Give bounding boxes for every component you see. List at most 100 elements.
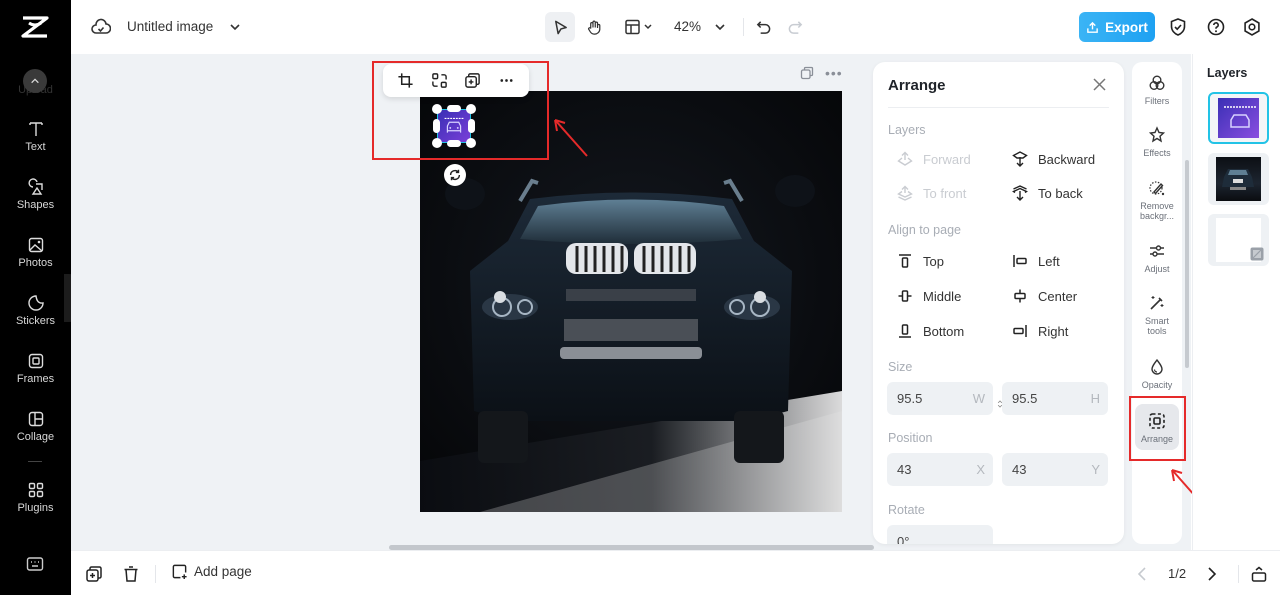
settings-button[interactable]: [1242, 17, 1262, 37]
tool-opacity[interactable]: Opacity: [1132, 358, 1182, 390]
layout-icon: [625, 19, 652, 35]
help-icon: [1207, 18, 1225, 36]
sidebar-item-label: Shapes: [16, 199, 55, 211]
capcut-logo[interactable]: [21, 16, 49, 38]
help-button[interactable]: [1206, 17, 1226, 37]
sidebar-item-frames[interactable]: Frames: [0, 352, 71, 385]
tool-smart-tools[interactable]: Smart tools: [1132, 294, 1182, 336]
document-title[interactable]: Untitled image: [127, 19, 213, 34]
export-button[interactable]: Export: [1079, 12, 1155, 42]
chevron-left-icon: [1137, 567, 1146, 581]
sidebar-item-shapes[interactable]: Shapes: [0, 178, 71, 211]
x-field[interactable]: 43 X: [887, 453, 993, 486]
layer-background[interactable]: [1208, 214, 1269, 266]
annotation-box: [372, 61, 549, 160]
frames-icon: [28, 353, 43, 369]
layout-menu-button[interactable]: [619, 12, 659, 42]
close-icon: [1093, 78, 1106, 91]
to-front-button[interactable]: To front: [897, 185, 966, 201]
duplicate-page-icon[interactable]: [800, 66, 814, 80]
y-value: 43: [1012, 462, 1027, 477]
add-page-icon: [172, 564, 187, 580]
keyboard-shortcuts-button[interactable]: [26, 556, 44, 572]
remove-background-icon: [1149, 181, 1165, 196]
zoom-dropdown[interactable]: [711, 12, 729, 42]
photos-icon: [28, 237, 43, 253]
height-field[interactable]: 95.5 H: [1002, 382, 1108, 415]
add-page-button[interactable]: Add page: [171, 563, 252, 580]
shapes-icon: [27, 178, 43, 195]
width-unit: W: [972, 391, 985, 406]
tool-filters[interactable]: Filters: [1132, 74, 1182, 106]
bottom-bar: Add page 1/2: [71, 550, 1280, 595]
layer-logo[interactable]: [1208, 92, 1269, 144]
width-field[interactable]: 95.5 W: [887, 382, 993, 415]
sidebar-item-stickers[interactable]: Stickers: [0, 294, 71, 327]
select-tool-button[interactable]: [545, 12, 575, 42]
align-bottom-icon: [899, 324, 911, 338]
duplicate-icon: [86, 566, 102, 582]
layers-section-label: Layers: [888, 123, 926, 137]
undo-button[interactable]: [751, 12, 775, 42]
rotate-section-label: Rotate: [888, 503, 925, 517]
layer-car-photo[interactable]: [1208, 153, 1269, 205]
sidebar-divider: [28, 461, 42, 462]
chevron-right-icon: [1208, 567, 1217, 581]
align-top-label: Top: [923, 253, 944, 269]
align-top-button[interactable]: Top: [897, 253, 944, 269]
zoom-level[interactable]: 42%: [674, 19, 701, 34]
align-bottom-button[interactable]: Bottom: [897, 323, 964, 339]
align-center-label: Center: [1038, 288, 1078, 304]
to-back-button[interactable]: To back: [1012, 185, 1083, 201]
close-panel-button[interactable]: [1092, 77, 1107, 92]
to-front-label: To front: [923, 185, 967, 201]
delete-page-button[interactable]: [122, 565, 140, 583]
sidebar-item-label: Text: [25, 141, 46, 153]
panel-title: Arrange: [888, 77, 946, 94]
keyboard-icon: [26, 557, 44, 571]
sidebar-item-collage[interactable]: Collage: [0, 410, 71, 443]
adjust-icon: [1150, 245, 1164, 257]
tool-label: Remove backgr...: [1139, 201, 1175, 221]
tool-adjust[interactable]: Adjust: [1132, 242, 1182, 274]
backward-button[interactable]: Backward: [1012, 151, 1095, 167]
align-right-button[interactable]: Right: [1012, 323, 1068, 339]
chevron-up-icon: [31, 78, 39, 84]
align-center-button[interactable]: Center: [1012, 288, 1077, 304]
tool-label: Effects: [1143, 148, 1171, 158]
tool-label: Smart tools: [1144, 316, 1169, 336]
forward-button[interactable]: Forward: [897, 151, 971, 167]
align-bottom-label: Bottom: [923, 323, 965, 339]
hand-tool-button[interactable]: [579, 12, 609, 42]
cloud-sync-icon[interactable]: [91, 18, 111, 36]
size-section-label: Size: [888, 360, 913, 374]
sidebar-item-text[interactable]: Text: [0, 120, 71, 153]
redo-button[interactable]: [783, 12, 807, 42]
chevron-down-icon[interactable]: [229, 21, 241, 33]
tool-remove-background[interactable]: Remove backgr...: [1132, 179, 1182, 221]
y-field[interactable]: 43 Y: [1002, 453, 1108, 486]
undo-icon: [756, 20, 770, 34]
send-backward-icon: [1012, 151, 1028, 167]
vertical-scrollbar[interactable]: [1185, 160, 1189, 368]
rotate-handle[interactable]: [444, 164, 466, 186]
effects-icon: [1148, 126, 1166, 143]
rotate-field[interactable]: 0°: [887, 525, 993, 544]
shield-button[interactable]: [1168, 17, 1188, 37]
sidebar-item-plugins[interactable]: Plugins: [0, 481, 71, 514]
duplicate-page-button[interactable]: [85, 565, 103, 583]
scroll-up-button[interactable]: [23, 69, 47, 93]
align-middle-button[interactable]: Middle: [897, 288, 961, 304]
filters-icon: [1149, 75, 1165, 90]
tool-effects[interactable]: Effects: [1132, 126, 1182, 158]
next-page-button[interactable]: [1202, 565, 1220, 583]
align-middle-icon: [898, 290, 912, 302]
hand-icon: [587, 20, 600, 35]
expand-pages-button[interactable]: [1250, 565, 1268, 583]
text-icon: [28, 122, 43, 136]
sidebar-item-photos[interactable]: Photos: [0, 236, 71, 269]
page-more-icon[interactable]: •••: [825, 65, 843, 81]
x-unit: X: [976, 462, 985, 477]
previous-page-button[interactable]: [1134, 565, 1152, 583]
align-left-button[interactable]: Left: [1012, 253, 1060, 269]
